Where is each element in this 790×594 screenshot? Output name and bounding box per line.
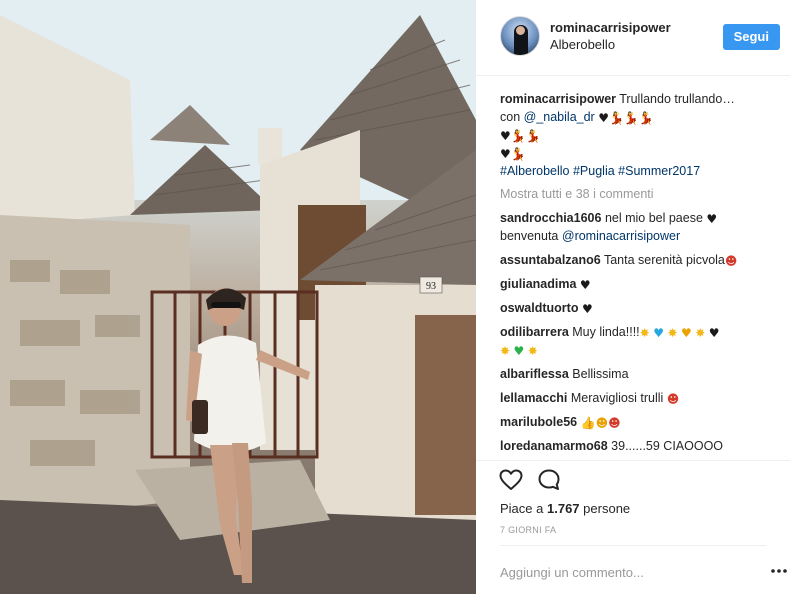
sparkle-icon: ✸ [500,344,511,358]
hashtag-puglia[interactable]: #Puglia [573,164,615,178]
sparkle-icon: ✸ [639,326,650,340]
heart-icon: ♥ [708,326,720,340]
heart-icon: ♥ [581,302,593,316]
header-user-block: rominacarrisipower Alberobello [550,20,671,54]
heart-outline-icon[interactable] [498,467,524,493]
add-comment-input[interactable] [500,562,730,582]
comment-username[interactable]: loredanamarmo68 [500,439,608,453]
comment-item: albariflessa Bellissima [500,365,786,383]
post-header: rominacarrisipower Alberobello Segui [476,0,790,76]
heart-icon: ♥ [500,129,511,143]
avatar-face [516,26,525,35]
author-username[interactable]: rominacarrisipower [550,20,671,36]
sparkle-icon: ✸ [667,326,678,340]
comment-text: Meravigliosi trulli [570,391,664,405]
comment-username[interactable]: albariflessa [500,367,569,381]
blue-heart-icon: ♥ [653,326,664,340]
instagram-post: 93 rominacarrisipower Alberobello Segui … [0,0,790,594]
hashtag-alberobello[interactable]: #Alberobello [500,164,570,178]
likes-count[interactable]: Piace a 1.767 persone [500,501,630,516]
comment-username[interactable]: assuntabalzano6 [500,253,601,267]
svg-text:93: 93 [426,281,436,292]
comment-text: nel mio bel paese [604,211,703,225]
heart-eyes-icon: ☻ [608,416,621,430]
post-photo[interactable]: 93 [0,0,476,594]
likes-suffix: persone [583,501,631,516]
comment-item: marilubole56 👍☻☻ [500,413,786,431]
comment-username[interactable]: odilibarrera [500,325,569,339]
follow-button[interactable]: Segui [722,24,780,50]
comment-text-line2: benvenuta [500,229,559,243]
dancer-icon: 💃 [510,129,526,143]
dancer-icon: 💃 [623,111,639,125]
comment-mention[interactable]: @rominacarrisipower [562,229,680,243]
heart-icon: ♥ [598,111,609,125]
hashtag-summer2017[interactable]: #Summer2017 [618,164,700,178]
sparkle-icon: ✸ [695,326,706,340]
comment-item: giulianadima ♥ [500,275,786,293]
comment-text: 39......59 CIAOOOO [611,439,724,453]
view-all-comments-link[interactable]: Mostra tutti e 38 i commenti [500,185,786,203]
post-side-panel: rominacarrisipower Alberobello Segui rom… [476,0,790,594]
heart-icon: ♥ [706,212,718,226]
avatar[interactable] [500,16,540,56]
face-icon: ☻ [595,416,609,430]
comment-username[interactable]: oswaldtuorto [500,301,578,315]
dancer-icon: 💃 [608,111,624,125]
comment-username[interactable]: lellamacchi [500,391,567,405]
caption-line2-prefix: con [500,110,524,124]
heart-icon: ♥ [579,278,591,292]
sparkle-icon: ✸ [527,344,538,358]
dancer-icon: 💃 [638,111,654,125]
post-actions: Piace a 1.767 persone 7 GIORNI FA [476,460,790,594]
speech-bubble-icon[interactable] [536,467,562,493]
comment-username[interactable]: sandrocchia1606 [500,211,601,225]
caption-mention[interactable]: @_nabila_dr [524,110,595,124]
dancer-icon: 💃 [525,129,541,143]
green-heart-icon: ♥ [513,344,525,358]
comment-item: lellamacchi Meravigliosi trulli ☻ [500,389,786,407]
likes-prefix: Piace a [500,501,544,516]
caption: rominacarrisipower Trullando trullando… … [500,90,786,180]
ellipsis-icon[interactable] [770,564,788,578]
dancer-icon: 💃 [510,147,526,161]
post-location[interactable]: Alberobello [550,36,671,54]
heart-icon: ♥ [500,147,511,161]
comments-list: rominacarrisipower Trullando trullando… … [500,90,786,457]
comment-item: odilibarrera Muy linda!!!!✸ ♥ ✸ ♥ ✸ ♥ ✸ … [500,323,786,359]
caption-username[interactable]: rominacarrisipower [500,92,616,106]
comment-text: Bellissima [572,367,629,381]
comment-item: assuntabalzano6 Tanta serenità picvola☻ [500,251,786,269]
caption-text: Trullando trullando… [619,92,735,106]
comment-item: sandrocchia1606 nel mio bel paese ♥ benv… [500,209,786,245]
comment-item: loredanamarmo68 39......59 CIAOOOO [500,437,786,455]
post-timestamp[interactable]: 7 GIORNI FA [500,525,556,535]
yellow-heart-icon: ♥ [681,326,692,340]
comment-item: oswaldtuorto ♥ [500,299,786,317]
comment-username[interactable]: marilubole56 [500,415,577,429]
comment-username[interactable]: giulianadima [500,277,576,291]
heart-eyes-icon: ☻ [666,392,680,406]
comment-text: Tanta serenità picvola [603,253,725,267]
likes-number: 1.767 [547,501,580,516]
thumbs-up-icon: 👍 [580,416,596,430]
photo-illustration: 93 [0,0,476,594]
comment-text: Muy linda!!!! [572,325,640,339]
add-comment-row [500,545,787,594]
devil-face-icon: ☻ [724,254,738,268]
